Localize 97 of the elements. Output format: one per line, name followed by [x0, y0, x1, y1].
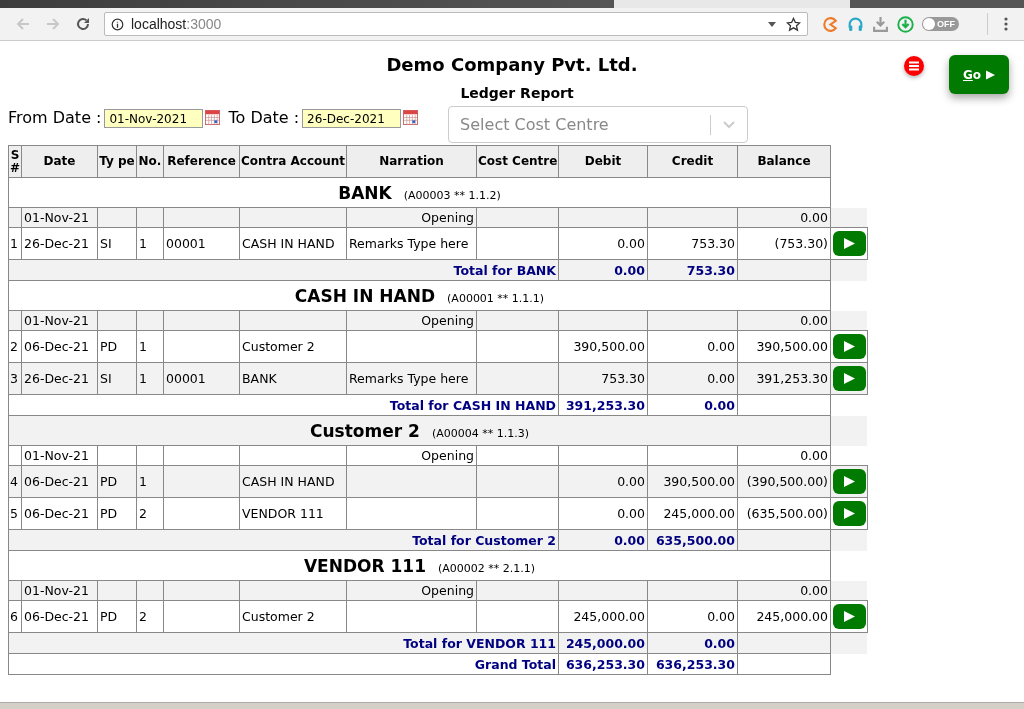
column-header: Credit [647, 145, 738, 178]
column-header: Contra Account [239, 145, 347, 178]
calendar-icon[interactable] [205, 110, 221, 125]
table-cell: 391,253.30 [737, 362, 831, 395]
address-bar[interactable]: localhost:3000 [104, 12, 808, 36]
play-icon [844, 508, 855, 519]
play-icon [844, 341, 855, 352]
table-cell: 6 [8, 600, 22, 633]
account-code: (A00004 ** 1.1.3) [431, 426, 529, 440]
company-name: Demo Company Pvt. Ltd. [386, 54, 638, 77]
table-cell: 0.00 [647, 600, 738, 633]
table-cell: Remarks Type here [346, 362, 477, 395]
table-cell: 06-Dec-21 [21, 330, 98, 363]
menu-icon[interactable] [1004, 16, 1008, 32]
total-label: Total for CASH IN HAND [8, 394, 559, 416]
table-cell: 753.30 [558, 362, 648, 395]
table-cell: 0.00 [558, 497, 648, 530]
open-entry-button[interactable] [833, 366, 866, 391]
table-cell: 390,500.00 [558, 330, 648, 363]
open-entry-button[interactable] [833, 334, 866, 359]
table-cell: CASH IN HAND [239, 227, 347, 260]
total-label: Grand Total [8, 653, 559, 675]
account-name: Customer 2 [310, 420, 420, 441]
info-icon[interactable] [111, 17, 124, 31]
play-icon [844, 373, 855, 384]
table-cell: Customer 2 [239, 330, 347, 363]
table-cell: Remarks Type here [346, 227, 477, 260]
cost-centre-select[interactable]: Select Cost Centre [448, 106, 749, 143]
table-cell: 06-Dec-21 [21, 497, 98, 530]
open-entry-button[interactable] [833, 604, 866, 629]
from-date-label: From Date : [8, 108, 102, 127]
table-cell: (635,500.00) [737, 497, 831, 530]
download-circle-icon[interactable] [897, 15, 914, 33]
report-title: Ledger Report [460, 85, 574, 103]
calendar-icon[interactable] [403, 110, 419, 125]
table-cell: 245,000.00 [647, 497, 738, 530]
table-cell: CASH IN HAND [239, 465, 347, 498]
play-icon [844, 611, 855, 622]
account-name: CASH IN HAND [294, 285, 436, 306]
table-cell: Customer 2 [239, 600, 347, 633]
account-code: (A00003 ** 1.1.2) [403, 188, 501, 202]
table-cell: 00001 [163, 362, 240, 395]
table-cell: (753.30) [737, 227, 831, 260]
play-icon [844, 238, 855, 249]
column-header: Cost Centre [476, 145, 559, 178]
table-cell: 00001 [163, 227, 240, 260]
total-label: Total for Customer 2 [8, 529, 559, 551]
from-date-field[interactable]: 01-Nov-2021 [104, 109, 204, 128]
table-cell: 4 [8, 465, 22, 498]
table-cell: 245,000.00 [558, 600, 648, 633]
column-header: No. [136, 145, 164, 178]
column-header: Date [21, 145, 98, 178]
table-cell: 390,500.00 [647, 465, 738, 498]
table-cell: 1 [8, 227, 22, 260]
column-header: S # [8, 145, 22, 178]
total-label: Total for BANK [8, 259, 559, 281]
reload-icon[interactable] [75, 16, 91, 32]
table-cell: 245,000.00 [737, 600, 831, 633]
table-cell: 2 [8, 330, 22, 363]
table-cell: 26-Dec-21 [21, 362, 98, 395]
to-date-field[interactable]: 26-Dec-2021 [302, 109, 402, 128]
table-cell: 0.00 [647, 362, 738, 395]
open-entry-button[interactable] [833, 501, 866, 526]
table-cell: 753.30 [647, 227, 738, 260]
column-header: Ty pe [97, 145, 137, 178]
play-icon [844, 476, 855, 487]
bookmark-star-icon[interactable] [786, 16, 801, 32]
table-cell: 06-Dec-21 [21, 465, 98, 498]
go-button[interactable]: Go [949, 55, 1009, 94]
column-header: Balance [737, 145, 831, 178]
to-date-label: To Date : [228, 108, 300, 127]
table-cell: 26-Dec-21 [21, 227, 98, 260]
table-cell: 0.00 [558, 465, 648, 498]
table-cell: 0.00 [558, 227, 648, 260]
table-cell: 0.00 [647, 330, 738, 363]
table-cell: 5 [8, 497, 22, 530]
table-cell: (390,500.00) [737, 465, 831, 498]
account-name: BANK [338, 182, 392, 203]
table-cell: 3 [8, 362, 22, 395]
play-icon [986, 69, 996, 80]
url-text: localhost:3000 [131, 16, 222, 32]
table-cell: BANK [239, 362, 347, 395]
column-header: Narration [346, 145, 477, 178]
table-cell: 06-Dec-21 [21, 600, 98, 633]
dropdown-caret-icon[interactable] [768, 21, 776, 27]
total-label: Total for VENDOR 111 [8, 632, 559, 654]
column-header: Reference [163, 145, 240, 178]
download-icon[interactable] [872, 15, 889, 33]
table-cell: VENDOR 111 [239, 497, 347, 530]
account-name: VENDOR 111 [303, 555, 426, 576]
column-header: Debit [558, 145, 648, 178]
open-entry-button[interactable] [833, 231, 866, 256]
table-cell: 390,500.00 [737, 330, 831, 363]
menu-button[interactable] [904, 56, 924, 76]
account-code: (A00001 ** 1.1.1) [447, 291, 545, 305]
open-entry-button[interactable] [833, 469, 866, 494]
account-code: (A00002 ** 2.1.1) [438, 561, 536, 575]
